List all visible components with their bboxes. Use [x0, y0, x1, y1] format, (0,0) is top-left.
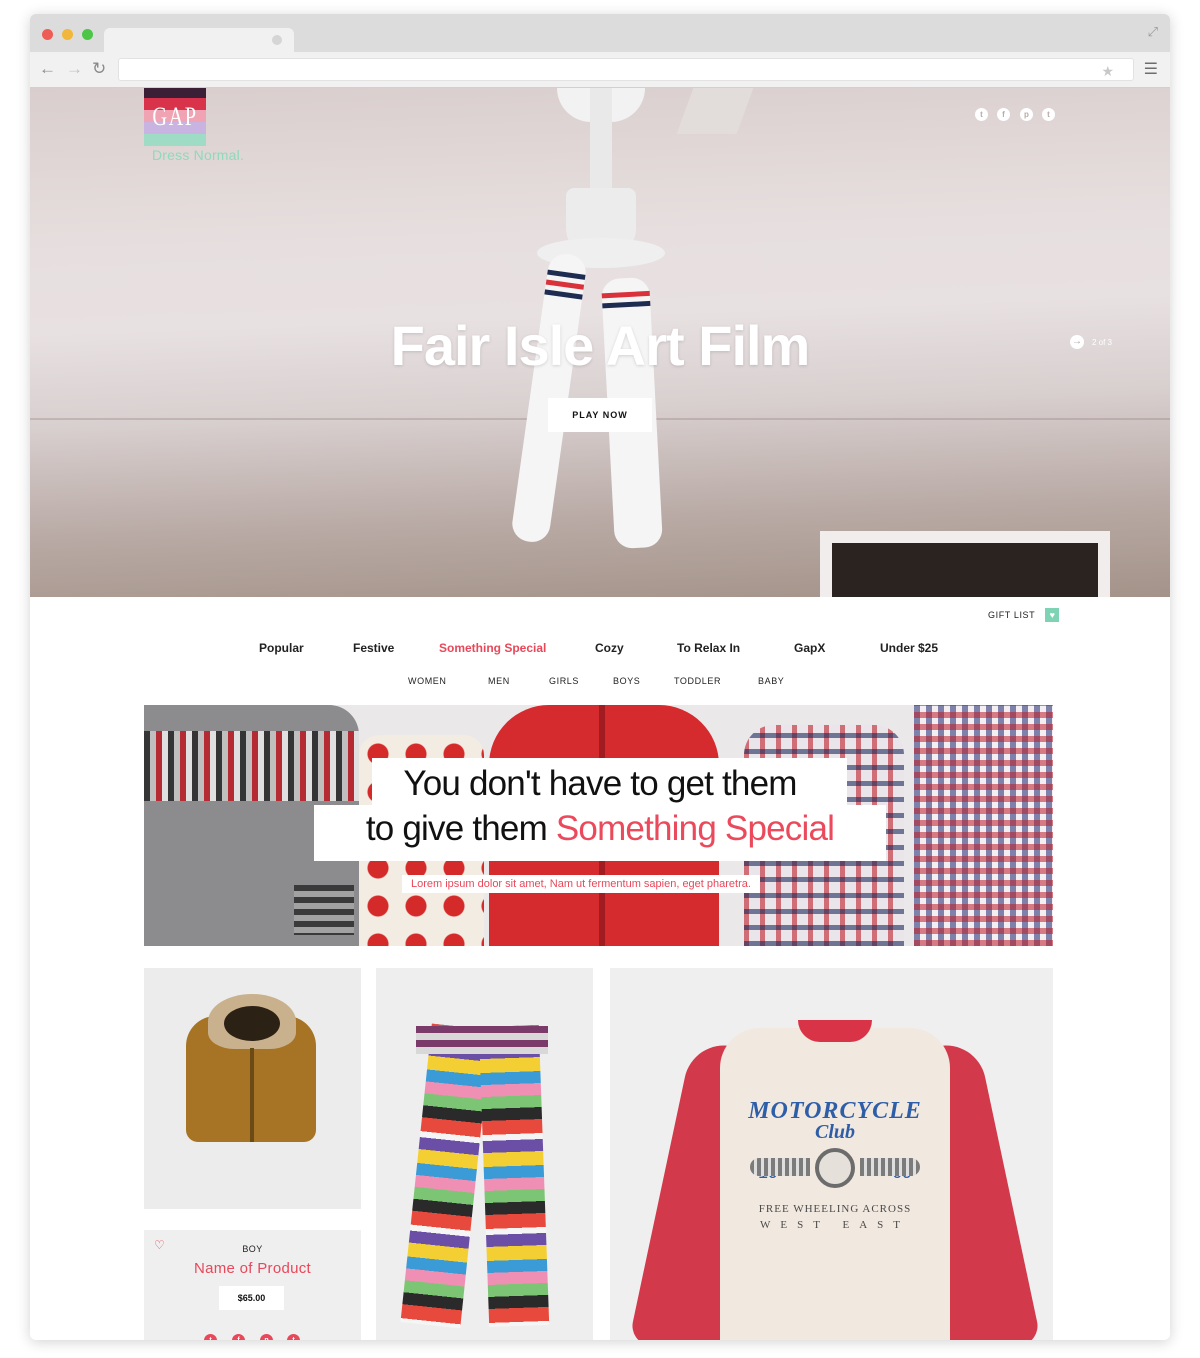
product-card-shirt[interactable]: MOTORCYCLE Club 19 69 FREE WHEELING ACRO…: [610, 968, 1053, 1340]
headline-line-2: to give them Something Special: [314, 809, 886, 849]
sub-nav-men[interactable]: MEN: [488, 676, 510, 686]
graphic-west-east: WEST EAST: [760, 1219, 910, 1231]
sub-nav-boys[interactable]: BOYS: [613, 676, 640, 686]
legging-left: [400, 1023, 492, 1329]
nav-item-popular[interactable]: Popular: [259, 641, 304, 655]
facebook-icon[interactable]: f: [997, 108, 1010, 121]
shirt-graphic: MOTORCYCLE Club 19 69 FREE WHEELING ACRO…: [740, 1098, 930, 1231]
minimize-window-button[interactable]: [62, 29, 73, 40]
category-nav: Popular Festive Something Special Cozy T…: [259, 641, 939, 657]
next-slide-arrow-icon[interactable]: →: [1069, 335, 1084, 349]
sub-nav-girls[interactable]: GIRLS: [549, 676, 579, 686]
address-bar[interactable]: [118, 58, 1134, 81]
sub-nav-toddler[interactable]: TODDLER: [674, 676, 721, 686]
browser-titlebar: ⤢: [30, 14, 1170, 52]
product-name[interactable]: Name of Product: [144, 1260, 361, 1277]
headline-line-1: You don't have to get them: [403, 764, 797, 803]
promo-banner[interactable]: You don't have to get them to give them …: [144, 705, 1053, 946]
close-window-button[interactable]: [42, 29, 53, 40]
door-frame: [820, 531, 1110, 597]
gift-list-link[interactable]: GIFT LIST ♥: [988, 608, 1060, 622]
nav-item-gapx[interactable]: GapX: [794, 641, 825, 655]
logo-stripe: [144, 88, 206, 98]
sub-nav-women[interactable]: WOMEN: [408, 676, 447, 686]
legging-right: [478, 1025, 550, 1327]
legging-waistband: [416, 1026, 548, 1054]
nav-item-under-25[interactable]: Under $25: [880, 641, 938, 655]
sub-nav-baby[interactable]: BABY: [758, 676, 784, 686]
browser-window: ⤢ ← → ↻ ★ ☰ GAP Dress Normal. t f p t Fa…: [30, 14, 1170, 1340]
banner-subtext: Lorem ipsum dolor sit amet, Nam ut ferme…: [402, 875, 760, 893]
product-card-jacket[interactable]: [144, 968, 361, 1209]
tab-close-icon[interactable]: [272, 35, 282, 45]
wing-right: [860, 1158, 920, 1176]
tumblr-icon[interactable]: t: [1042, 108, 1055, 121]
brand-tagline: Dress Normal.: [152, 147, 245, 163]
banner-headline: You don't have to get them to give them …: [314, 758, 886, 863]
maximize-window-button[interactable]: [82, 29, 93, 40]
striped-leggings-image: [400, 1023, 550, 1340]
reload-icon[interactable]: ↻: [92, 59, 106, 79]
headline-prefix: to give them: [365, 809, 556, 848]
back-arrow-icon[interactable]: ←: [39, 59, 56, 79]
pinterest-icon[interactable]: p: [1020, 108, 1033, 121]
product-category: BOY: [242, 1244, 263, 1254]
product-info-card: ♡ BOY Name of Product $65.00 t f p t: [144, 1230, 361, 1340]
browser-toolbar: ← → ↻ ★ ☰: [30, 52, 1170, 88]
jacket-zipper: [250, 1048, 254, 1142]
tumblr-icon[interactable]: t: [287, 1334, 300, 1340]
forward-arrow-icon[interactable]: →: [66, 59, 83, 79]
logo-stripe: [144, 134, 206, 146]
graphic-free-wheeling: FREE WHEELING ACROSS: [758, 1203, 912, 1215]
nav-item-something-special[interactable]: Something Special: [439, 641, 546, 655]
page-viewport: GAP Dress Normal. t f p t Fair Isle Art …: [30, 88, 1170, 1340]
winged-wheel-emblem: [740, 1148, 930, 1192]
department-nav: WOMEN MEN GIRLS BOYS TODDLER BABY: [408, 676, 808, 688]
heart-icon: ♥: [1045, 608, 1060, 622]
facebook-icon[interactable]: f: [232, 1334, 245, 1340]
nav-item-to-relax-in[interactable]: To Relax In: [677, 641, 740, 655]
logo-text: GAP: [152, 102, 198, 131]
hero-section: GAP Dress Normal. t f p t Fair Isle Art …: [30, 88, 1170, 597]
headline-accent: Something Special: [555, 809, 835, 848]
wing-left: [750, 1158, 810, 1176]
pinterest-icon[interactable]: p: [260, 1334, 273, 1340]
nav-item-cozy[interactable]: Cozy: [595, 641, 624, 655]
star-icon[interactable]: ★: [1101, 63, 1114, 80]
twitter-icon[interactable]: t: [975, 108, 988, 121]
gingham-pants-image: [914, 705, 1053, 946]
fan-downrod: [590, 88, 612, 198]
shirt-collar: [798, 1020, 872, 1042]
slide-pager: → 2 of 3: [1069, 335, 1112, 349]
price-button[interactable]: $65.00: [219, 1286, 284, 1310]
product-card-leggings[interactable]: [376, 968, 593, 1340]
hero-title: Fair Isle Art Film: [390, 314, 811, 377]
browser-tab[interactable]: [104, 28, 294, 52]
hood-opening: [224, 1006, 280, 1041]
gap-logo[interactable]: GAP: [144, 88, 206, 150]
expand-icon[interactable]: ⤢: [1148, 24, 1158, 40]
twitter-icon[interactable]: t: [204, 1334, 217, 1340]
gift-list-label: GIFT LIST: [988, 610, 1036, 620]
fan-mount: [676, 88, 754, 134]
play-now-button[interactable]: PLAY NOW: [548, 398, 652, 432]
slide-counter: 2 of 3: [1091, 337, 1112, 347]
nav-item-festive[interactable]: Festive: [353, 641, 394, 655]
wheel-icon: [815, 1148, 855, 1188]
hamburger-menu-icon[interactable]: ☰: [1144, 59, 1158, 79]
